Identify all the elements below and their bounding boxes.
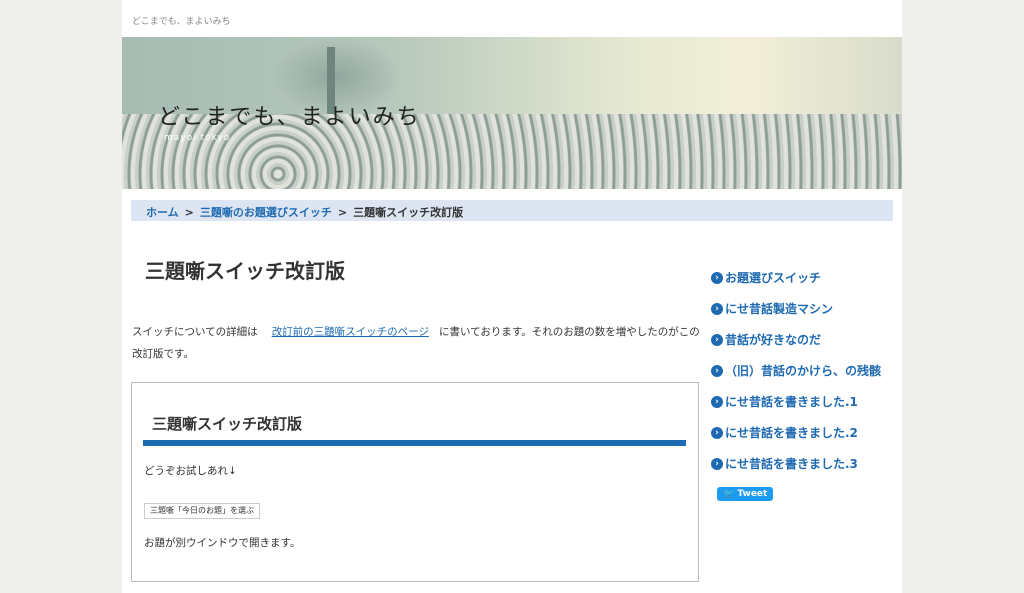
sidebar-link-label: にせ昔話を書きました.3 [725, 457, 858, 471]
chevron-circle-icon: › [711, 364, 723, 377]
tweet-label: Tweet [737, 489, 768, 499]
intro-text: スイッチについての詳細は [132, 326, 258, 338]
sidebar-link-label: お題選びスイッチ [725, 271, 822, 285]
sidebar-link-label: にせ昔話を書きました.2 [725, 426, 858, 440]
breadcrumb-parent[interactable]: 三題噺のお題選びスイッチ [200, 206, 332, 219]
previous-version-link[interactable]: 改訂前の三題噺スイッチのページ [272, 326, 429, 338]
chevron-circle-icon: › [711, 426, 723, 439]
breadcrumb-current: 三題噺スイッチ改訂版 [353, 206, 464, 219]
try-text: どうぞお試しあれ↓ [144, 465, 237, 477]
site-subtitle: mayoi.tokyo [164, 133, 231, 143]
breadcrumb-separator: > [184, 206, 194, 219]
twitter-bird-icon: 🐦 [723, 489, 735, 499]
switch-box: 三題噺スイッチ改訂版 どうぞお試しあれ↓ 三題噺「今日のお題」を選ぶ お題が別ウ… [131, 382, 699, 582]
sidebar-link[interactable]: › にせ昔話製造マシン [711, 293, 881, 324]
box-title: 三題噺スイッチ改訂版 [152, 415, 303, 433]
page-title: 三題噺スイッチ改訂版 [145, 259, 345, 283]
choose-topic-button[interactable]: 三題噺「今日のお題」を選ぶ [144, 503, 260, 519]
sidebar-link[interactable]: › にせ昔話を書きました.2 [711, 417, 881, 448]
sidebar-link-label: 昔話が好きなのだ [725, 333, 822, 347]
chevron-circle-icon: › [711, 457, 723, 470]
sidebar-link[interactable]: › にせ昔話を書きました.1 [711, 386, 881, 417]
sidebar-link[interactable]: › にせ昔話を書きました.3 [711, 448, 881, 479]
intro-paragraph: スイッチについての詳細は 改訂前の三題噺スイッチのページ に書いております。それのお… [132, 321, 700, 365]
breadcrumb: ホーム > 三題噺のお題選びスイッチ > 三題噺スイッチ改訂版 [131, 200, 893, 221]
chevron-circle-icon: › [711, 395, 723, 408]
chevron-circle-icon: › [711, 271, 723, 284]
breadcrumb-separator: > [337, 206, 348, 219]
header-banner[interactable]: どこまでも、まよいみち mayoi.tokyo [122, 37, 902, 189]
chevron-circle-icon: › [711, 333, 723, 346]
new-window-note: お題が別ウインドウで開きます。 [144, 537, 301, 549]
breadcrumb-home[interactable]: ホーム [146, 206, 179, 219]
sidebar-link[interactable]: › 昔話が好きなのだ [711, 324, 881, 355]
sidebar-link-label: （旧）昔話のかけら、の残骸 [725, 364, 882, 378]
site-tagline: どこまでも、まよいみち [132, 17, 231, 27]
sidebar-link[interactable]: › （旧）昔話のかけら、の残骸 [711, 355, 881, 386]
sidebar-link-label: にせ昔話製造マシン [725, 302, 834, 316]
sidebar: › お題選びスイッチ › にせ昔話製造マシン › 昔話が好きなのだ › （旧）昔話のかけ… [711, 262, 881, 501]
title-underline [143, 440, 686, 446]
site-title[interactable]: どこまでも、まよいみち [158, 99, 421, 131]
chevron-circle-icon: › [711, 302, 723, 315]
page-container: どこまでも、まよいみち どこまでも、まよいみち mayoi.tokyo ホーム >… [122, 0, 902, 593]
tweet-button[interactable]: 🐦 Tweet [717, 487, 774, 501]
sidebar-link[interactable]: › お題選びスイッチ [711, 262, 881, 293]
sidebar-link-label: にせ昔話を書きました.1 [725, 395, 858, 409]
